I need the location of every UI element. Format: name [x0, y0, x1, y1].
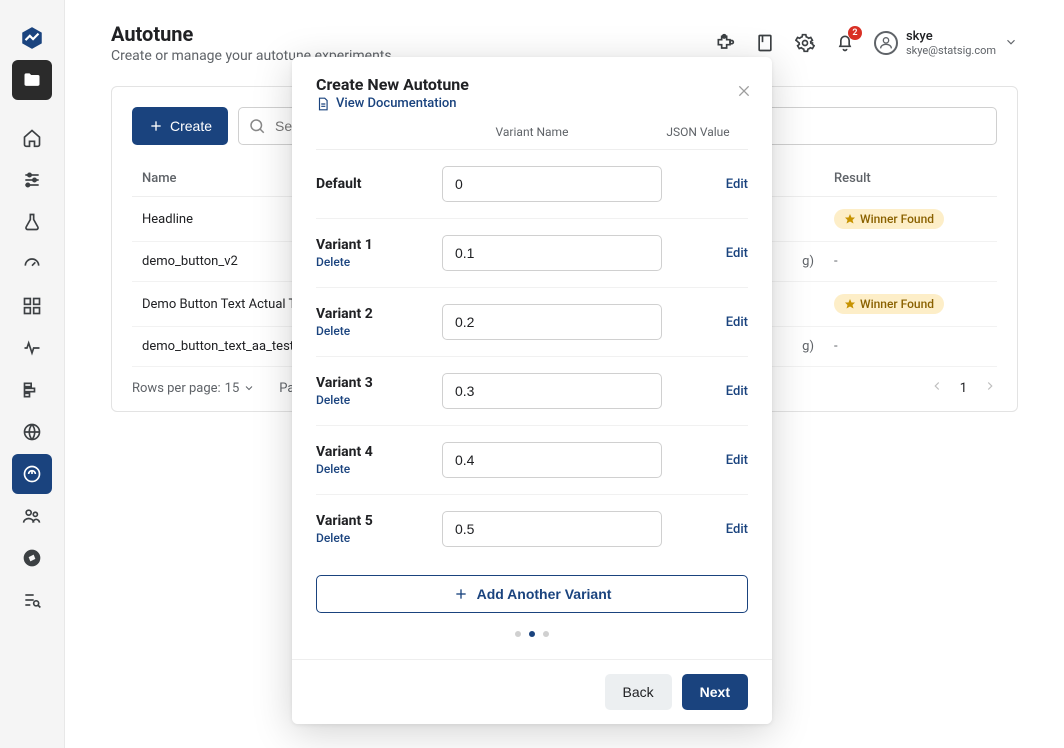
variant-label: Variant 4: [316, 444, 416, 460]
variant-value-input[interactable]: [442, 235, 662, 271]
variant-label: Variant 5: [316, 513, 416, 529]
variant-input-wrap: [416, 235, 688, 271]
variant-edit-link[interactable]: Edit: [688, 384, 748, 399]
variant-row: Variant 3 Delete Edit: [316, 357, 748, 426]
add-variant-button[interactable]: Add Another Variant: [316, 575, 748, 613]
modal-overlay: Create New Autotune View Documentation V…: [0, 0, 1064, 748]
variant-name-block: Variant 5 Delete: [316, 513, 416, 545]
variant-input-wrap: [416, 166, 688, 202]
variant-value-input[interactable]: [442, 166, 662, 202]
modal-body: Variant Name JSON Value DefaultEditVaria…: [292, 121, 772, 659]
modal-header: Create New Autotune View Documentation: [292, 57, 772, 121]
variant-input-wrap: [416, 442, 688, 478]
variant-label: Variant 3: [316, 375, 416, 391]
variant-delete-link[interactable]: Delete: [316, 255, 416, 269]
create-autotune-modal: Create New Autotune View Documentation V…: [292, 57, 772, 724]
variant-delete-link[interactable]: Delete: [316, 324, 416, 338]
back-button[interactable]: Back: [605, 674, 672, 710]
variant-label: Variant 1: [316, 237, 416, 253]
variant-input-wrap: [416, 373, 688, 409]
variant-name-block: Variant 1 Delete: [316, 237, 416, 269]
variant-delete-link[interactable]: Delete: [316, 462, 416, 476]
variant-edit-link[interactable]: Edit: [688, 522, 748, 537]
variant-delete-link[interactable]: Delete: [316, 393, 416, 407]
step-dot: [515, 631, 521, 637]
variant-value-input[interactable]: [442, 373, 662, 409]
variant-row: Variant 4 Delete Edit: [316, 426, 748, 495]
col-json-value: JSON Value: [648, 125, 748, 139]
next-button[interactable]: Next: [682, 674, 748, 710]
variant-row: Variant 1 Delete Edit: [316, 219, 748, 288]
variant-value-input[interactable]: [442, 511, 662, 547]
variant-label: Default: [316, 176, 416, 192]
close-button[interactable]: [736, 83, 752, 103]
variant-input-wrap: [416, 511, 688, 547]
variant-value-input[interactable]: [442, 304, 662, 340]
variant-input-wrap: [416, 304, 688, 340]
documentation-link[interactable]: View Documentation: [316, 96, 748, 111]
variant-name-block: Variant 4 Delete: [316, 444, 416, 476]
variant-edit-link[interactable]: Edit: [688, 453, 748, 468]
add-variant-label: Add Another Variant: [477, 586, 612, 602]
variant-label: Variant 2: [316, 306, 416, 322]
variant-value-input[interactable]: [442, 442, 662, 478]
variant-name-block: Variant 2 Delete: [316, 306, 416, 338]
step-dot: [529, 631, 535, 637]
variant-edit-link[interactable]: Edit: [688, 177, 748, 192]
variant-delete-link[interactable]: Delete: [316, 531, 416, 545]
variant-row: Variant 2 Delete Edit: [316, 288, 748, 357]
variant-columns: Variant Name JSON Value: [316, 121, 748, 150]
doc-link-label: View Documentation: [336, 96, 457, 111]
variant-name-block: Default: [316, 176, 416, 192]
col-variant-name: Variant Name: [416, 125, 648, 139]
variant-row: Variant 5 Delete Edit: [316, 495, 748, 563]
modal-footer: Back Next: [292, 659, 772, 724]
variant-edit-link[interactable]: Edit: [688, 246, 748, 261]
variant-name-block: Variant 3 Delete: [316, 375, 416, 407]
modal-title: Create New Autotune: [316, 75, 748, 94]
variant-row: Default Edit: [316, 150, 748, 219]
step-dot: [543, 631, 549, 637]
step-indicator: [316, 631, 748, 637]
variant-edit-link[interactable]: Edit: [688, 315, 748, 330]
